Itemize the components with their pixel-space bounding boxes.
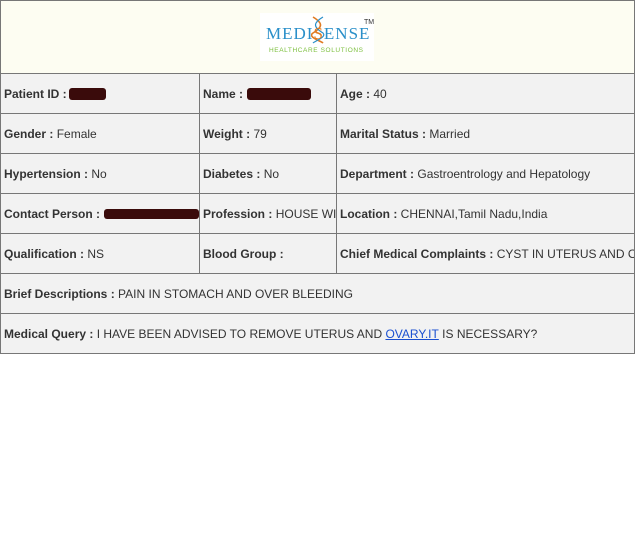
medical-query-cell: Medical Query : I HAVE BEEN ADVISED TO R… (1, 314, 634, 353)
hypertension-value: No (91, 166, 107, 181)
medical-query-label: Medical Query : (4, 326, 94, 341)
gender-label: Gender : (4, 126, 54, 141)
patient-id-label: Patient ID : (4, 86, 67, 101)
qualification-label: Qualification : (4, 246, 85, 261)
location-label: Location : (340, 206, 398, 221)
chief-complaints-value: CYST IN UTERUS AND OVARY (496, 246, 634, 261)
qualification-cell: Qualification : NS (1, 234, 200, 273)
profession-value: HOUSE WIFE (275, 206, 337, 221)
table-row: Brief Descriptions : PAIN IN STOMACH AND… (1, 274, 634, 314)
contact-person-cell: Contact Person : (1, 194, 200, 233)
patient-id-redaction (68, 87, 106, 100)
patient-record-table: MEDISENSE TM HEALTHCARE SOLUTIONS Patien… (0, 0, 635, 354)
logo-trademark: TM (364, 19, 375, 26)
gender-cell: Gender : Female (1, 114, 200, 153)
profession-label: Profession : (203, 206, 273, 221)
medisense-logo: MEDISENSE TM HEALTHCARE SOLUTIONS (260, 13, 374, 61)
marital-status-value: Married (429, 126, 471, 141)
table-row: Contact Person : Profession : HOUSE WIFE… (1, 194, 634, 234)
weight-label: Weight : (203, 126, 251, 141)
age-value: 40 (373, 86, 387, 101)
department-cell: Department : Gastroentrology and Hepatol… (337, 154, 634, 193)
contact-person-label: Contact Person : (4, 206, 101, 221)
diabetes-label: Diabetes : (203, 166, 261, 181)
marital-status-label: Marital Status : (340, 126, 427, 141)
name-redaction (247, 87, 312, 100)
table-row: Hypertension : No Diabetes : No Departme… (1, 154, 634, 194)
table-row: Qualification : NS Blood Group : Chief M… (1, 234, 634, 274)
age-label: Age : (340, 86, 370, 101)
diabetes-cell: Diabetes : No (200, 154, 337, 193)
medical-query-text-end: IS NECESSARY? (442, 326, 538, 341)
contact-person-redaction (104, 208, 199, 219)
logo-tagline: HEALTHCARE SOLUTIONS (269, 47, 364, 54)
brief-description-label: Brief Descriptions : (4, 286, 115, 301)
table-row: Medical Query : I HAVE BEEN ADVISED TO R… (1, 314, 634, 353)
logo-word-left: MEDI (266, 24, 314, 43)
table-row: Gender : Female Weight : 79 Marital Stat… (1, 114, 634, 154)
medical-query-link[interactable]: OVARY.IT (385, 327, 438, 341)
table-row: Patient ID : Name : Age : 40 (1, 74, 634, 114)
name-label: Name : (203, 86, 244, 101)
department-value: Gastroentrology and Hepatology (417, 166, 591, 181)
name-cell: Name : (200, 74, 337, 113)
logo-word-right: ENSE (323, 24, 371, 43)
brief-description-value: PAIN IN STOMACH AND OVER BLEEDING (118, 286, 353, 301)
logo-word-helix: S (313, 24, 324, 43)
chief-complaints-label: Chief Medical Complaints : (340, 246, 494, 261)
hypertension-label: Hypertension : (4, 166, 89, 181)
blood-group-cell: Blood Group : (200, 234, 337, 273)
medical-query-text: I HAVE BEEN ADVISED TO REMOVE UTERUS AND (96, 326, 383, 341)
location-value: CHENNAI,Tamil Nadu,India (400, 206, 548, 221)
brief-description-cell: Brief Descriptions : PAIN IN STOMACH AND… (1, 274, 634, 313)
diabetes-value: No (263, 166, 280, 181)
department-label: Department : (340, 166, 415, 181)
weight-cell: Weight : 79 (200, 114, 337, 153)
patient-id-cell: Patient ID : (1, 74, 200, 113)
chief-complaints-cell: Chief Medical Complaints : CYST IN UTERU… (337, 234, 634, 273)
gender-value: Female (56, 126, 97, 141)
profession-cell: Profession : HOUSE WIFE (200, 194, 337, 233)
marital-status-cell: Marital Status : Married (337, 114, 634, 153)
blood-group-label: Blood Group : (203, 246, 284, 261)
logo-wordmark: MEDISENSE (266, 24, 370, 44)
qualification-value: NS (87, 246, 105, 261)
hypertension-cell: Hypertension : No (1, 154, 200, 193)
age-cell: Age : 40 (337, 74, 634, 113)
header-banner: MEDISENSE TM HEALTHCARE SOLUTIONS (1, 1, 634, 74)
location-cell: Location : CHENNAI,Tamil Nadu,India (337, 194, 634, 233)
weight-value: 79 (253, 126, 267, 141)
